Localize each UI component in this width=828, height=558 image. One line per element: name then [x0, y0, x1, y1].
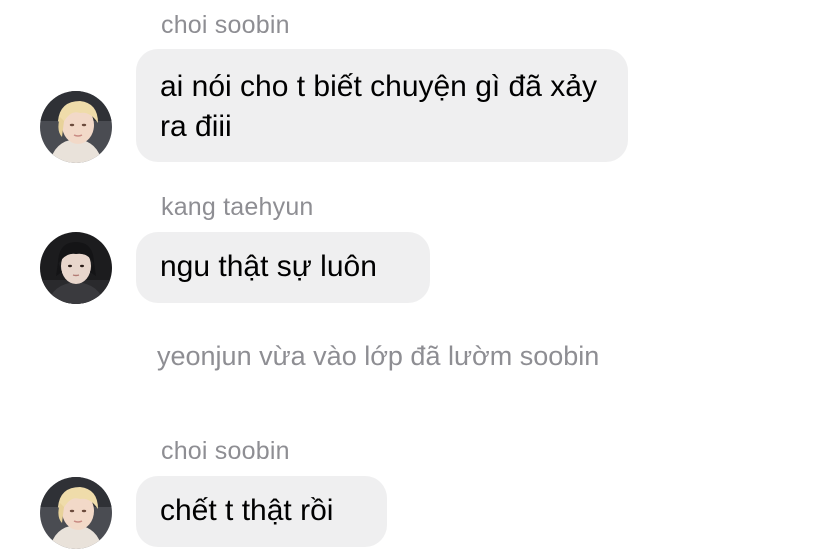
chat-thread: choi soobin ai nói cho t biết chuyện gì … [0, 0, 828, 558]
message-text: ai nói cho t biết chuyện gì đã xảy ra đi… [160, 70, 597, 143]
sender-name: choi soobin [161, 11, 290, 39]
avatar[interactable] [40, 477, 112, 549]
system-notice: yeonjun vừa vào lớp đã lườm soobin [157, 341, 600, 371]
message-bubble[interactable]: ngu thật sự luôn [136, 232, 430, 303]
blonde-portrait-avatar [40, 91, 112, 163]
dark-haired-portrait-avatar [40, 232, 112, 304]
message-text: ngu thật sự luôn [160, 250, 377, 283]
sender-name: choi soobin [161, 437, 290, 465]
sender-name: kang taehyun [161, 193, 314, 221]
avatar[interactable] [40, 232, 112, 304]
message-bubble[interactable]: ai nói cho t biết chuyện gì đã xảy ra đi… [136, 49, 628, 162]
message-text: chết t thật rồi [160, 494, 334, 527]
message-bubble[interactable]: chết t thật rồi [136, 476, 387, 547]
avatar[interactable] [40, 91, 112, 163]
blonde-portrait-avatar [40, 477, 112, 549]
